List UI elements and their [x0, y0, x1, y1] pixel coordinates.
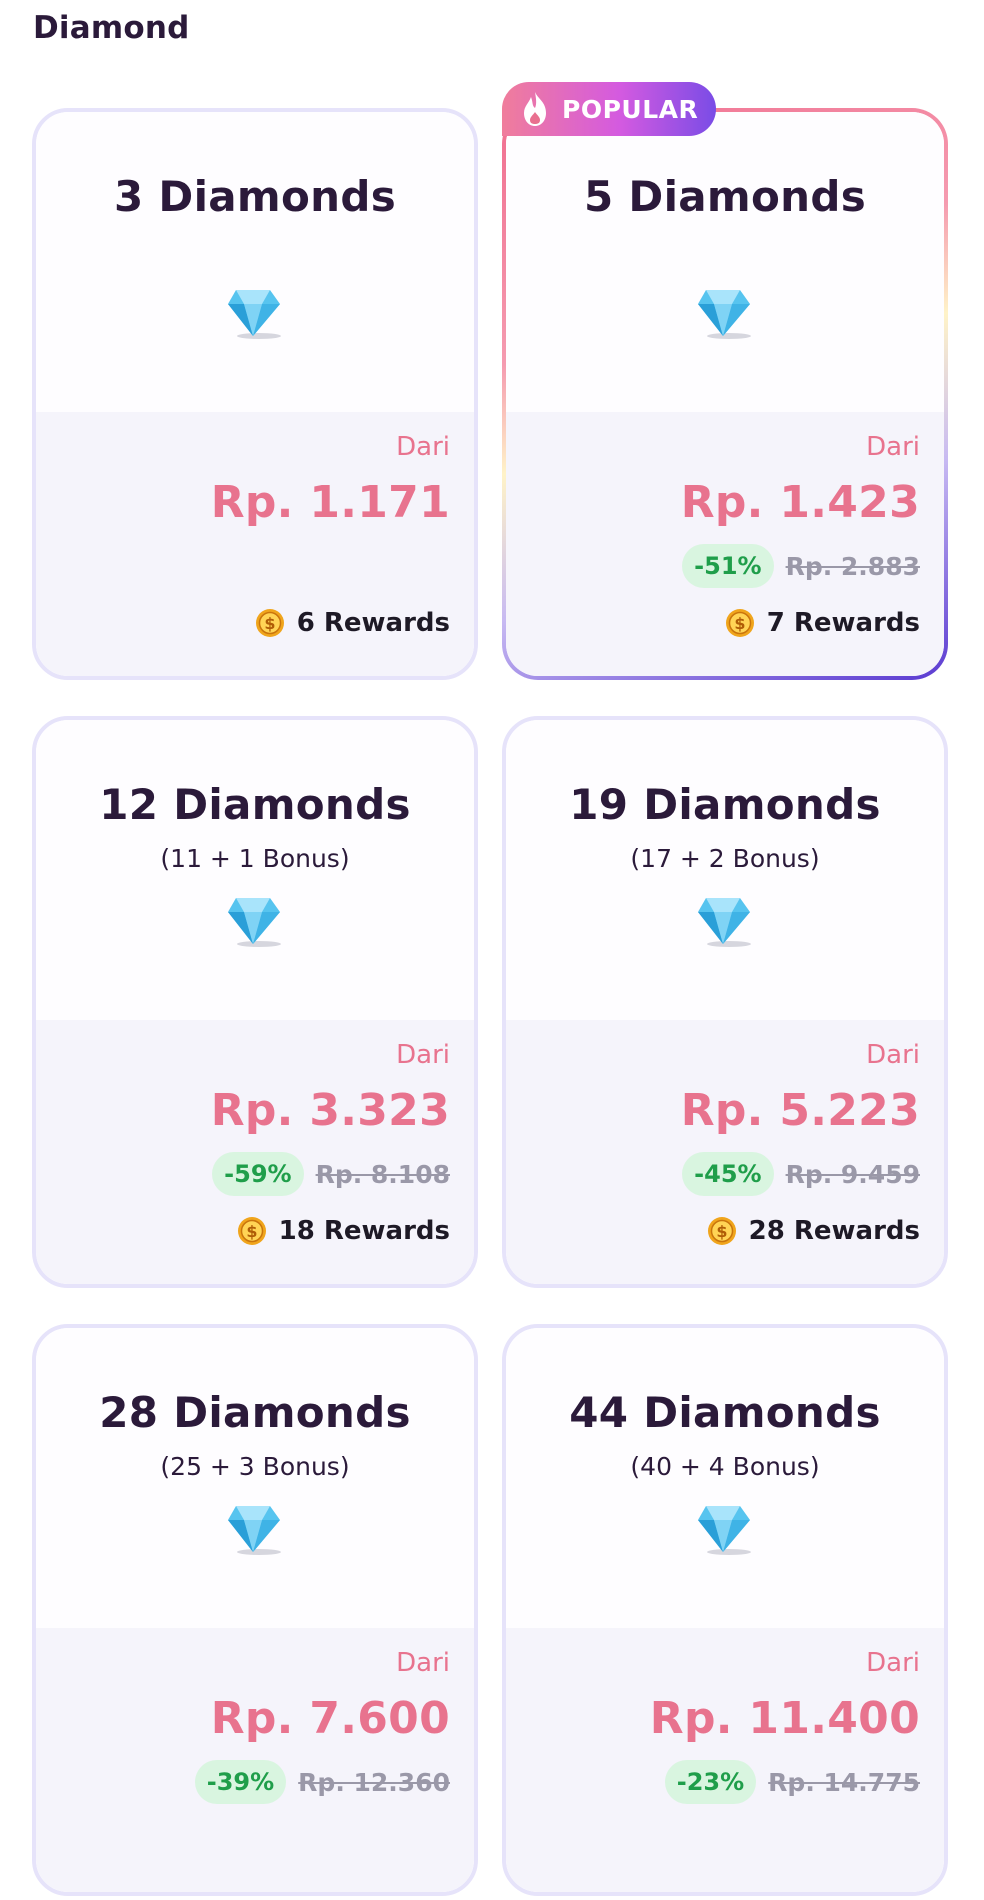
product-card-19-diamonds[interactable]: 19 Diamonds (17 + 2 Bonus) Dari Rp. 5.22… — [502, 716, 948, 1288]
card-title: 44 Diamonds — [569, 1388, 881, 1437]
price-from-label: Dari — [396, 432, 450, 462]
diamond-icon — [698, 898, 751, 947]
bonus-label: (25 + 3 Bonus) — [160, 1452, 350, 1481]
discount-row: -39% Rp. 12.360 — [194, 1760, 450, 1804]
original-price: Rp. 12.360 — [298, 1767, 450, 1797]
rewards-label: 18 Rewards — [278, 1216, 450, 1246]
price: Rp. 11.400 — [649, 1693, 920, 1744]
section-title: Diamond — [33, 10, 190, 46]
diamond-icon — [698, 290, 751, 339]
product-card-28-diamonds[interactable]: 28 Diamonds (25 + 3 Bonus) Dari Rp. 7.60… — [32, 1324, 478, 1896]
rewards-row: $ 7 Rewards — [725, 608, 920, 638]
price-from-label: Dari — [866, 432, 920, 462]
bonus-label: (40 + 4 Bonus) — [630, 1452, 820, 1481]
original-price: Rp. 8.108 — [315, 1159, 450, 1189]
card-top — [36, 112, 474, 412]
discount-badge: -39% — [194, 1760, 287, 1804]
product-card-44-diamonds[interactable]: 44 Diamonds (40 + 4 Bonus) Dari Rp. 11.4… — [502, 1324, 948, 1896]
card-title: 19 Diamonds — [569, 780, 881, 829]
rewards-label: 6 Rewards — [296, 608, 450, 638]
discount-row: -51% Rp. 2.883 — [682, 544, 920, 588]
price: Rp. 1.171 — [210, 477, 450, 528]
price-from-label: Dari — [866, 1648, 920, 1678]
coin-icon: $ — [707, 1217, 736, 1245]
discount-badge: -59% — [212, 1152, 304, 1196]
discount-row: -59% Rp. 8.108 — [212, 1152, 450, 1196]
discount-badge: -23% — [664, 1760, 757, 1804]
card-title: 3 Diamonds — [113, 172, 397, 221]
price-from-label: Dari — [396, 1040, 450, 1070]
product-card-5-diamonds[interactable]: POPULAR 5 Diamonds Dari Rp. 1.423 -51% R… — [502, 82, 948, 680]
rewards-row: $ 18 Rewards — [237, 1216, 450, 1246]
rewards-label: 28 Rewards — [748, 1216, 920, 1246]
bonus-label: (11 + 1 Bonus) — [160, 844, 350, 873]
svg-text:$: $ — [716, 1222, 727, 1241]
svg-text:$: $ — [264, 614, 275, 633]
price-from-label: Dari — [866, 1040, 920, 1070]
price: Rp. 5.223 — [680, 1085, 920, 1136]
discount-badge: -51% — [682, 544, 774, 588]
price: Rp. 7.600 — [210, 1693, 450, 1744]
price: Rp. 3.323 — [210, 1085, 450, 1136]
svg-text:$: $ — [734, 614, 745, 633]
product-card-3-diamonds[interactable]: 3 Diamonds Dari Rp. 1.171 $ 6 Rewards — [32, 108, 478, 680]
rewards-label: 7 Rewards — [766, 608, 920, 638]
coin-icon: $ — [725, 609, 754, 637]
product-grid: 3 Diamonds Dari Rp. 1.171 $ 6 Rewards PO… — [32, 82, 952, 1896]
original-price: Rp. 2.883 — [785, 551, 920, 581]
coin-icon: $ — [237, 1217, 266, 1245]
flame-icon — [524, 92, 546, 126]
original-price: Rp. 9.459 — [785, 1159, 920, 1189]
coin-icon: $ — [255, 609, 284, 637]
diamond-icon — [228, 898, 281, 947]
card-title: 12 Diamonds — [99, 780, 411, 829]
original-price: Rp. 14.775 — [768, 1767, 920, 1797]
svg-text:$: $ — [246, 1222, 257, 1241]
rewards-row: $ 6 Rewards — [255, 608, 450, 638]
rewards-row: $ 28 Rewards — [707, 1216, 920, 1246]
discount-row: -23% Rp. 14.775 — [664, 1760, 920, 1804]
discount-row: -45% Rp. 9.459 — [682, 1152, 920, 1196]
card-title: 28 Diamonds — [99, 1388, 411, 1437]
diamond-icon — [698, 1506, 751, 1555]
discount-badge: -45% — [682, 1152, 774, 1196]
diamond-icon — [228, 1506, 281, 1555]
price-from-label: Dari — [396, 1648, 450, 1678]
card-title: 5 Diamonds — [583, 172, 867, 221]
card-top — [506, 112, 944, 412]
price: Rp. 1.423 — [680, 477, 920, 528]
diamond-icon — [228, 290, 281, 339]
product-card-12-diamonds[interactable]: 12 Diamonds (11 + 1 Bonus) Dari Rp. 3.32… — [32, 716, 478, 1288]
bonus-label: (17 + 2 Bonus) — [630, 844, 820, 873]
popular-badge: POPULAR — [502, 82, 717, 136]
popular-label: POPULAR — [562, 94, 699, 124]
